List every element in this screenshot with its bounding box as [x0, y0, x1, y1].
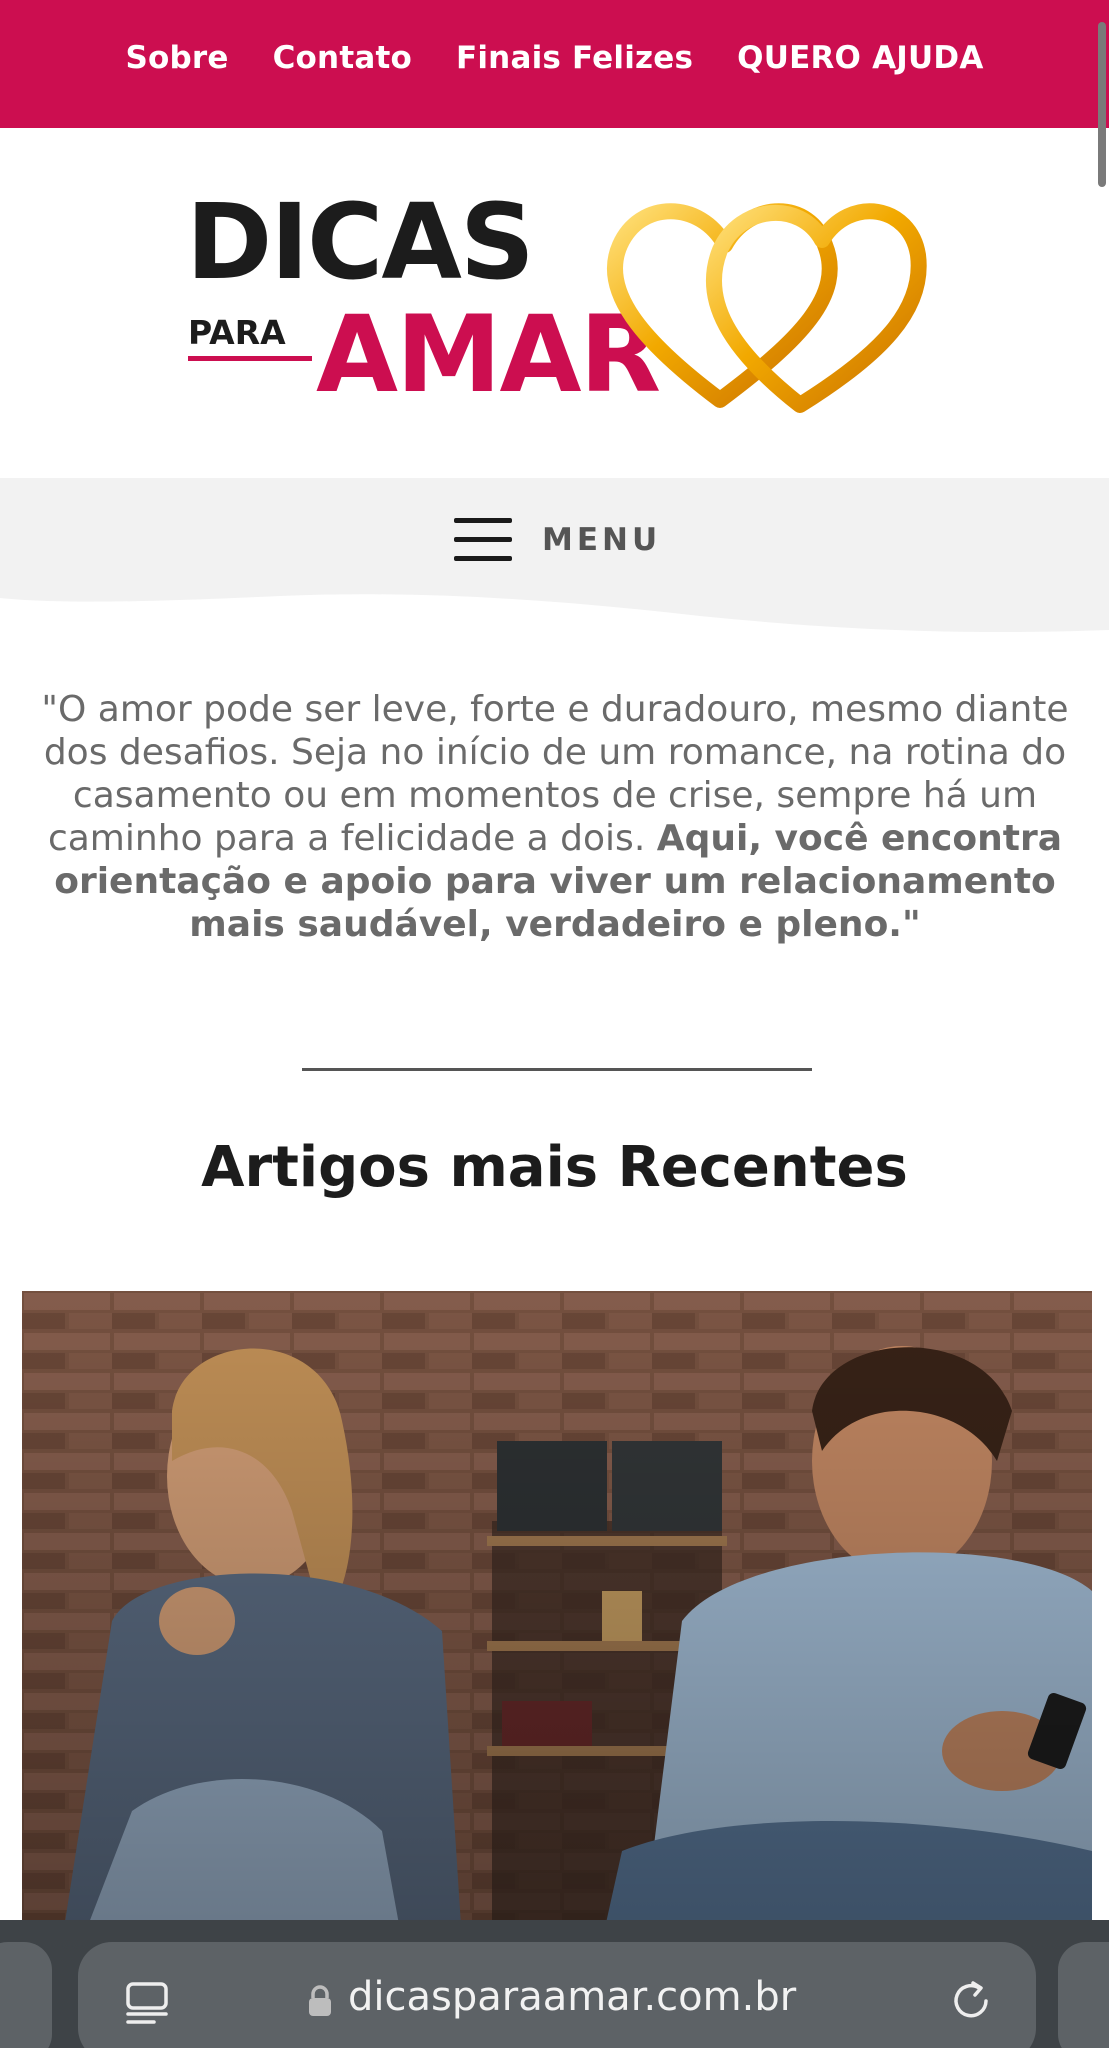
tabs-icon[interactable]	[124, 1980, 170, 2026]
menu-label: MENU	[542, 522, 662, 558]
nav-link-quero-ajuda[interactable]: QUERO AJUDA	[737, 40, 983, 76]
article-featured-image[interactable]	[22, 1291, 1092, 1941]
url-field[interactable]: dicasparaamar.com.br	[78, 1942, 1036, 2048]
reload-icon[interactable]	[946, 1976, 996, 2026]
hamburger-icon	[454, 516, 512, 564]
lock-icon	[309, 1985, 331, 2016]
couple-photo	[22, 1291, 1092, 1941]
url-text: dicasparaamar.com.br	[348, 1974, 797, 2020]
nav-link-contato[interactable]: Contato	[273, 40, 412, 76]
browser-address-bar: dicasparaamar.com.br	[0, 1920, 1109, 2048]
section-divider	[302, 1068, 812, 1071]
intro-quote: "O amor pode ser leve, forte e duradouro…	[30, 688, 1080, 946]
logo-word-para: PARA	[188, 313, 286, 352]
page-scrollbar[interactable]	[1098, 22, 1106, 187]
site-logo[interactable]: DICAS PARA AMAR	[180, 190, 940, 420]
interlocked-hearts-icon	[607, 203, 927, 413]
logo-underline	[188, 356, 312, 361]
previous-tab-preview[interactable]	[0, 1942, 52, 2048]
top-nav-links: Sobre Contato Finais Felizes QUERO AJUDA	[0, 40, 1109, 76]
menu-button[interactable]: MENU	[454, 510, 661, 570]
section-title: Artigos mais Recentes	[201, 1135, 908, 1200]
next-tab-preview[interactable]	[1058, 1942, 1109, 2048]
nav-link-finais-felizes[interactable]: Finais Felizes	[456, 40, 693, 76]
nav-link-sobre[interactable]: Sobre	[125, 40, 228, 76]
menu-band: MENU	[0, 478, 1109, 638]
top-navigation: Sobre Contato Finais Felizes QUERO AJUDA	[0, 0, 1109, 128]
logo-word-dicas: DICAS	[186, 181, 535, 303]
